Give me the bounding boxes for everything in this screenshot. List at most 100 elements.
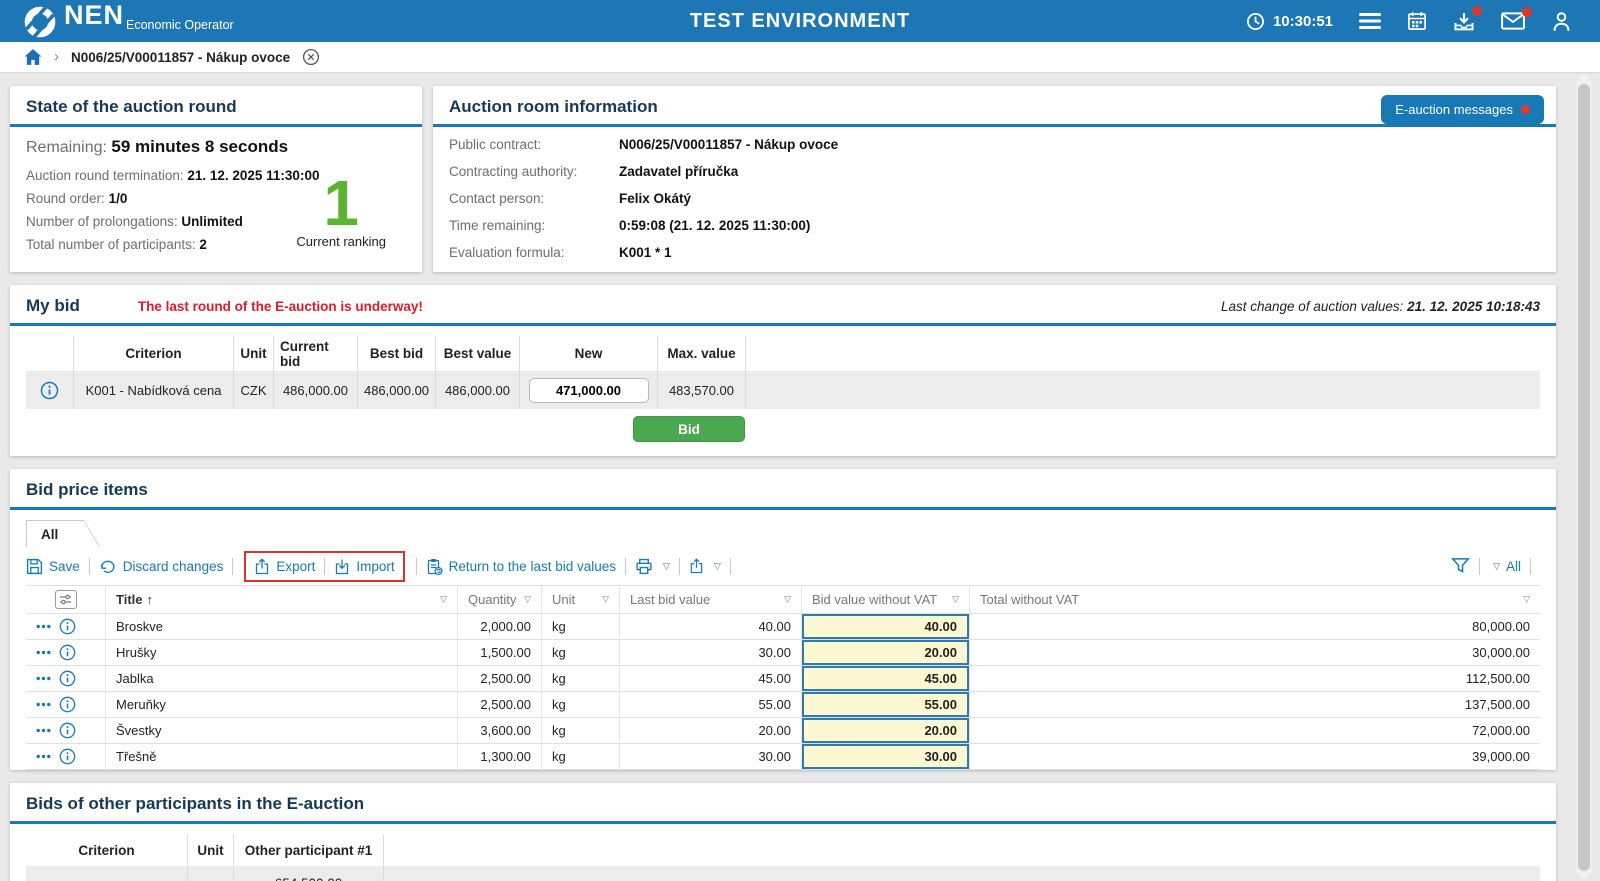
item-last-bid: 30.00 xyxy=(620,640,802,665)
return-last-bid-values-button[interactable]: Return to the last bid values xyxy=(426,558,616,575)
discard-changes-button[interactable]: Discard changes xyxy=(99,558,224,574)
save-button[interactable]: Save xyxy=(26,558,80,575)
col-bid-value[interactable]: Bid value without VAT▽ xyxy=(802,586,970,613)
col-unit: Unit xyxy=(188,834,234,866)
info-icon[interactable] xyxy=(40,381,59,400)
export-button[interactable]: Export xyxy=(254,558,315,575)
scrollbar-thumb[interactable] xyxy=(1578,84,1590,871)
export-icon xyxy=(254,558,270,575)
new-bid-input[interactable] xyxy=(529,378,649,403)
item-row: Jablka 2,500.00 kg 45.00 45.00 112,500.0… xyxy=(26,666,1540,692)
share-dropdown-caret[interactable]: ▽ xyxy=(714,561,721,572)
filter-preset-select[interactable]: ▽ All xyxy=(1489,559,1521,574)
row-menu-icon[interactable] xyxy=(36,728,51,733)
col-new: New xyxy=(520,336,658,371)
export-import-annotation: Export Import xyxy=(244,551,404,582)
filter-all-caret: ▽ xyxy=(1493,561,1500,572)
item-bid-value-input[interactable]: 40.00 xyxy=(802,614,969,639)
lastbid-filter-caret[interactable]: ▽ xyxy=(784,594,791,605)
quantity-filter-caret[interactable]: ▽ xyxy=(524,594,531,605)
col-unit[interactable]: Unit▽ xyxy=(542,586,620,613)
current-ranking: 1 Current ranking xyxy=(296,174,386,249)
breadcrumb: › N006/25/V00011857 - Nákup ovoce xyxy=(0,42,1600,73)
print-dropdown-caret[interactable]: ▽ xyxy=(663,561,670,572)
import-button[interactable]: Import xyxy=(334,558,394,575)
info-icon[interactable] xyxy=(59,644,76,661)
ranking-value: 1 xyxy=(296,174,386,232)
item-unit: kg xyxy=(542,614,620,639)
item-last-bid: 45.00 xyxy=(620,666,802,691)
info-icon[interactable] xyxy=(59,748,76,765)
row-menu-icon[interactable] xyxy=(36,624,51,629)
my-bid-title: My bid xyxy=(26,296,80,316)
column-settings-icon xyxy=(59,594,72,605)
item-bid-value-input[interactable]: 30.00 xyxy=(802,744,969,769)
title-filter-caret[interactable]: ▽ xyxy=(440,594,447,605)
col-total[interactable]: Total without VAT▽ xyxy=(970,586,1540,613)
col-max-value: Max. value xyxy=(658,336,746,371)
current-bid-value: 486,000.00 xyxy=(274,371,358,409)
item-bid-value-input[interactable]: 55.00 xyxy=(802,692,969,717)
column-settings-button[interactable] xyxy=(55,590,77,609)
info-icon[interactable] xyxy=(59,618,76,635)
row-menu-icon[interactable] xyxy=(36,650,51,655)
inbox-icon xyxy=(1453,11,1475,32)
item-last-bid: 55.00 xyxy=(620,692,802,717)
messages-button[interactable] xyxy=(1501,12,1525,30)
info-icon[interactable] xyxy=(59,722,76,739)
item-last-bid: 30.00 xyxy=(620,744,802,769)
row-menu-icon[interactable] xyxy=(36,676,51,681)
print-button[interactable]: ▽ xyxy=(635,558,670,575)
inbox-button[interactable] xyxy=(1453,11,1475,32)
col-title[interactable]: Title↑ ▽ xyxy=(106,586,458,613)
section-underline xyxy=(433,124,1556,127)
col-last-bid-value[interactable]: Last bid value▽ xyxy=(620,586,802,613)
home-icon[interactable] xyxy=(24,49,42,65)
time-value: 10:30:51 xyxy=(1273,13,1333,30)
unit-value: CZK xyxy=(234,371,274,409)
row-menu-icon[interactable] xyxy=(36,754,51,759)
import-icon xyxy=(334,558,350,575)
total-filter-caret[interactable]: ▽ xyxy=(1523,594,1530,605)
bidvalue-filter-caret[interactable]: ▽ xyxy=(952,594,959,605)
breadcrumb-item[interactable]: N006/25/V00011857 - Nákup ovoce xyxy=(71,50,290,65)
item-title: Třešně xyxy=(106,744,458,769)
col-best-bid: Best bid xyxy=(358,336,436,371)
vertical-scrollbar[interactable] xyxy=(1577,75,1591,878)
room-field-label: Public contract: xyxy=(449,137,619,152)
other-criterion: K001 - Nabídková cena xyxy=(26,866,188,881)
menu-icon[interactable] xyxy=(1359,13,1381,29)
item-total: 72,000.00 xyxy=(970,718,1540,743)
room-field-value: K001 * 1 xyxy=(619,245,1540,260)
tab-all[interactable]: All xyxy=(26,520,100,547)
calendar-icon[interactable] xyxy=(1407,11,1427,31)
col-quantity[interactable]: Quantity▽ xyxy=(458,586,542,613)
item-bid-value-input[interactable]: 45.00 xyxy=(802,666,969,691)
best-bid-value: 486,000.00 xyxy=(358,371,436,409)
item-quantity: 2,000.00 xyxy=(458,614,542,639)
bid-button[interactable]: Bid xyxy=(633,416,745,442)
share-button[interactable]: ▽ xyxy=(689,558,721,574)
items-table: Title↑ ▽ Quantity▽ Unit▽ Last bid value▽… xyxy=(26,585,1540,770)
filter-icon[interactable] xyxy=(1451,557,1470,575)
last-round-warning: The last round of the E-auction is under… xyxy=(138,299,423,314)
section-underline xyxy=(10,124,422,127)
other-unit: CZK xyxy=(188,866,234,881)
info-icon[interactable] xyxy=(59,696,76,713)
close-circle-icon[interactable] xyxy=(302,48,320,66)
room-field-value: Felix Okátý xyxy=(619,191,1540,206)
col-best-value: Best value xyxy=(436,336,520,371)
row-menu-icon[interactable] xyxy=(36,702,51,707)
bid-button-row: Bid xyxy=(26,416,1540,442)
unit-filter-caret[interactable]: ▽ xyxy=(602,594,609,605)
eauction-messages-button[interactable]: E-auction messages xyxy=(1381,95,1544,124)
criterion-value: K001 - Nabídková cena xyxy=(74,371,234,409)
item-unit: kg xyxy=(542,744,620,769)
user-icon[interactable] xyxy=(1551,11,1572,32)
other-participants-table: Criterion Unit Other participant #1 K001… xyxy=(26,834,1540,881)
item-bid-value-input[interactable]: 20.00 xyxy=(802,718,969,743)
item-bid-value-input[interactable]: 20.00 xyxy=(802,640,969,665)
app-header: NEN Economic Operator TEST ENVIRONMENT 1… xyxy=(0,0,1600,42)
item-row: Broskve 2,000.00 kg 40.00 40.00 80,000.0… xyxy=(26,614,1540,640)
info-icon[interactable] xyxy=(59,670,76,687)
